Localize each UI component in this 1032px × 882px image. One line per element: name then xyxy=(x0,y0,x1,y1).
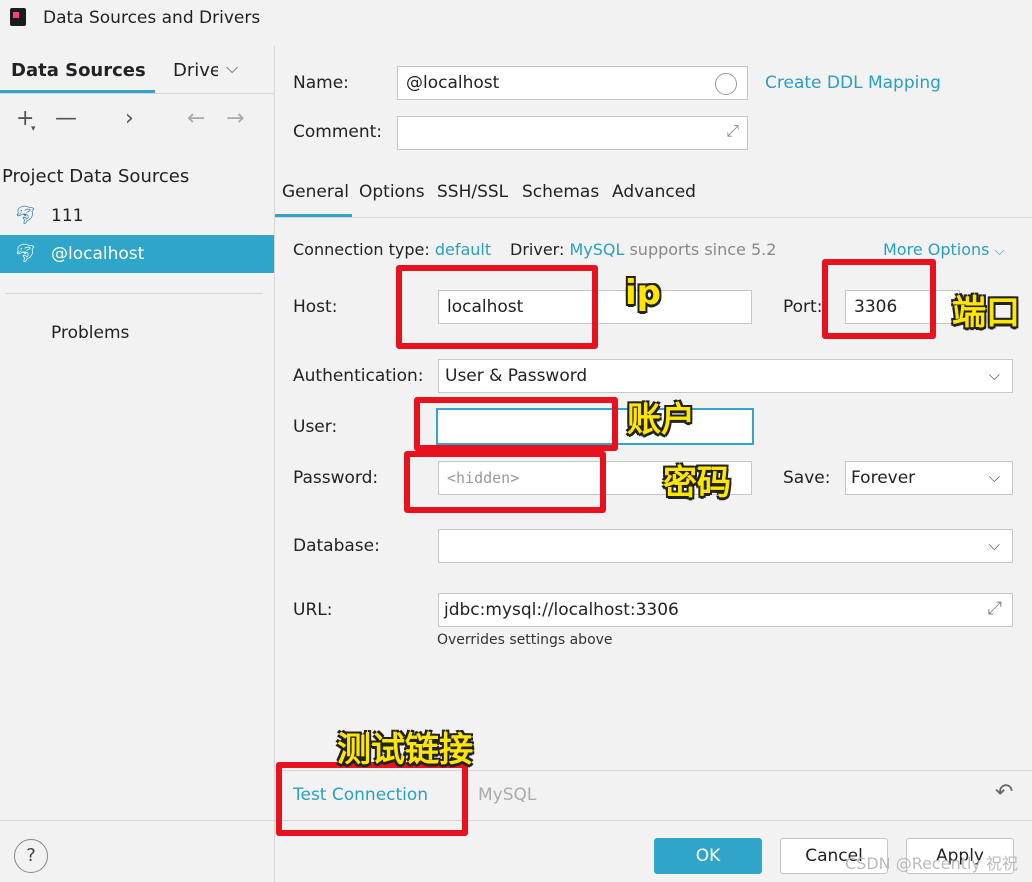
annotation-box-host xyxy=(396,265,598,349)
connection-type-link[interactable]: default xyxy=(435,240,491,259)
remove-icon[interactable]: — xyxy=(55,106,77,131)
list-item-datasource[interactable]: 🐬︎ 111 xyxy=(0,197,274,235)
driver-link[interactable]: MySQL xyxy=(569,240,624,259)
ok-button[interactable]: OK xyxy=(654,838,762,874)
name-label: Name: xyxy=(293,73,349,93)
problems-item[interactable]: Problems xyxy=(51,323,129,343)
color-circle-icon[interactable] xyxy=(715,73,737,95)
name-value: @localhost xyxy=(406,73,500,93)
annotation-password: 密码 xyxy=(663,463,731,503)
add-dropdown-icon: ▾ xyxy=(31,124,36,134)
save-value: Forever xyxy=(851,468,916,488)
more-options-link[interactable]: More Options ⌵ xyxy=(883,240,1004,259)
more-options-label: More Options xyxy=(883,240,990,259)
watermark: CSDN @Recently 祝祝 xyxy=(844,854,1018,873)
annotation-user: 账户 xyxy=(627,400,695,440)
driver-suffix: supports since 5.2 xyxy=(629,240,777,259)
datasource-label: 111 xyxy=(51,206,84,226)
expand-icon[interactable]: ⤢ xyxy=(726,121,739,141)
password-label: Password: xyxy=(293,468,379,488)
annotation-box-port xyxy=(822,259,936,339)
save-select[interactable]: Forever ⌵ xyxy=(845,461,1013,495)
driver-row: Driver: MySQL supports since 5.2 xyxy=(510,240,776,259)
annotation-ip: ip xyxy=(625,273,661,313)
driver-label: Driver: xyxy=(510,240,565,259)
back-arrow-icon[interactable]: ← xyxy=(187,106,205,131)
tab-schemas[interactable]: Schemas xyxy=(522,182,599,202)
tab-data-sources[interactable]: Data Sources xyxy=(11,60,146,81)
authentication-label: Authentication: xyxy=(293,366,424,386)
annotation-port: 端口 xyxy=(952,293,1020,333)
url-hint: Overrides settings above xyxy=(437,632,613,648)
app-icon xyxy=(10,8,26,26)
authentication-select[interactable]: User & Password ⌵ xyxy=(438,359,1013,393)
divider xyxy=(5,293,263,294)
datasource-label: @localhost xyxy=(51,244,145,264)
port-label: Port: xyxy=(783,297,823,317)
connection-type-label: Connection type: xyxy=(293,240,430,259)
connection-type-row: Connection type: default xyxy=(293,240,491,259)
host-label: Host: xyxy=(293,297,338,317)
annotation-test: 测试链接 xyxy=(337,730,473,770)
divider xyxy=(0,93,275,94)
database-label: Database: xyxy=(293,536,380,556)
tab-advanced[interactable]: Advanced xyxy=(612,182,696,202)
user-label: User: xyxy=(293,417,338,437)
chevron-down-icon: ⌵ xyxy=(994,244,1005,259)
divider xyxy=(0,820,1032,821)
annotation-box-test xyxy=(276,762,468,836)
mysql-dolphin-icon: 🐬︎ xyxy=(14,243,37,264)
chevron-right-icon[interactable]: › xyxy=(125,106,134,131)
url-label: URL: xyxy=(293,600,333,620)
comment-input[interactable]: ⤢ xyxy=(397,116,748,150)
mysql-dolphin-icon: 🐬︎ xyxy=(14,205,37,226)
project-data-sources-heading: Project Data Sources xyxy=(2,166,190,187)
expand-icon[interactable]: ⤢ xyxy=(988,598,1002,619)
divider xyxy=(275,217,1032,218)
annotation-box-user xyxy=(414,397,618,451)
tab-ssh-ssl[interactable]: SSH/SSL xyxy=(437,182,508,202)
name-input[interactable]: @localhost xyxy=(397,66,748,100)
tab-general[interactable]: General xyxy=(282,182,349,202)
tab-drivers[interactable]: Drivers xyxy=(173,60,218,81)
chevron-down-icon[interactable]: ⌵ xyxy=(226,58,238,78)
chevron-down-icon: ⌵ xyxy=(988,468,1000,486)
tab-options[interactable]: Options xyxy=(359,182,425,202)
save-label: Save: xyxy=(783,468,831,488)
comment-label: Comment: xyxy=(293,122,383,142)
window-title: Data Sources and Drivers xyxy=(43,8,261,28)
annotation-box-password xyxy=(404,451,606,513)
help-button[interactable]: ? xyxy=(14,839,48,873)
create-ddl-mapping-link[interactable]: Create DDL Mapping xyxy=(765,73,941,93)
authentication-value: User & Password xyxy=(445,366,588,386)
chevron-down-icon: ⌵ xyxy=(988,366,1000,384)
list-item-datasource-selected[interactable]: 🐬︎ @localhost xyxy=(0,235,274,273)
url-value: jdbc:mysql://localhost:3306 xyxy=(444,600,679,620)
driver-name-label: MySQL xyxy=(478,785,537,805)
revert-icon[interactable]: ↶ xyxy=(995,780,1013,805)
database-select[interactable]: ⌵ xyxy=(438,529,1013,563)
chevron-down-icon: ⌵ xyxy=(988,536,1000,554)
url-input[interactable]: jdbc:mysql://localhost:3306 ⤢ xyxy=(438,593,1013,627)
forward-arrow-icon[interactable]: → xyxy=(226,106,244,131)
